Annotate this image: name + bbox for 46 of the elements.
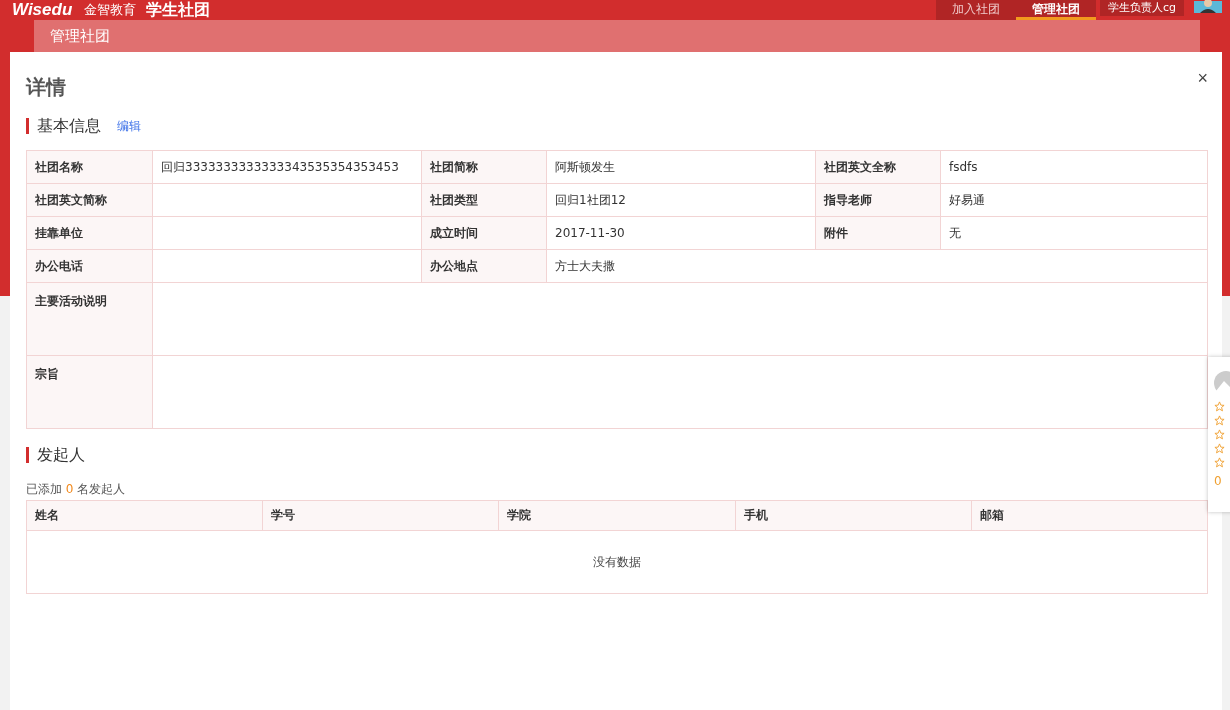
- star-icon: [1214, 401, 1225, 412]
- user-name[interactable]: 学生负责人cg: [1099, 0, 1184, 16]
- edit-link[interactable]: 编辑: [117, 117, 141, 135]
- field-value: fsdfs: [940, 150, 1208, 184]
- field-label: 指导老师: [815, 183, 941, 217]
- section-heading: 发起人: [37, 444, 85, 466]
- column-header: 姓名: [26, 500, 263, 531]
- field-value: 无: [940, 216, 1208, 250]
- logo: Wisedu: [12, 1, 73, 19]
- star-icon: [1214, 443, 1225, 454]
- star-icon: [1214, 457, 1225, 468]
- field-label: 附件: [815, 216, 941, 250]
- field-value: 好易通: [940, 183, 1208, 217]
- field-label: 办公电话: [26, 249, 153, 283]
- column-header: 邮箱: [971, 500, 1208, 531]
- brand-name: 金智教育: [84, 2, 137, 18]
- avatar-icon[interactable]: [1194, 0, 1222, 14]
- field-value: 回归3333333333333343535354353453: [152, 150, 422, 184]
- dialog-title: 详情: [26, 74, 66, 100]
- field-label: 社团名称: [26, 150, 153, 184]
- close-button[interactable]: ×: [1197, 68, 1208, 89]
- field-value: 回归1社团12: [546, 183, 816, 217]
- field-label: 宗旨: [26, 355, 153, 429]
- field-value: 阿斯顿发生: [546, 150, 816, 184]
- rating-count: 0: [1214, 474, 1222, 488]
- empty-message: 没有数据: [26, 530, 1208, 594]
- field-label: 社团英文全称: [815, 150, 941, 184]
- field-label: 社团简称: [421, 150, 547, 184]
- column-header: 学号: [262, 500, 499, 531]
- section-heading: 基本信息: [37, 115, 101, 137]
- founder-count: 已添加 0 名发起人: [26, 481, 127, 498]
- nav-tab[interactable]: 加入社团: [935, 0, 1016, 20]
- app-title: 学生社团: [146, 1, 211, 19]
- field-label: 办公地点: [421, 249, 547, 283]
- column-header: 学院: [498, 500, 736, 531]
- field-value: 2017-11-30: [546, 216, 816, 250]
- breadcrumb-bar: 管理社团: [34, 20, 1200, 52]
- star-icon: [1214, 415, 1225, 426]
- field-value: 方士大夫撒: [546, 249, 1208, 283]
- star-icon: [1214, 429, 1225, 440]
- field-label: 主要活动说明: [26, 282, 153, 356]
- field-label: 社团英文简称: [26, 183, 153, 217]
- field-label: 挂靠单位: [26, 216, 153, 250]
- field-label: 成立时间: [421, 216, 547, 250]
- field-label: 社团类型: [421, 183, 547, 217]
- column-header: 手机: [735, 500, 972, 531]
